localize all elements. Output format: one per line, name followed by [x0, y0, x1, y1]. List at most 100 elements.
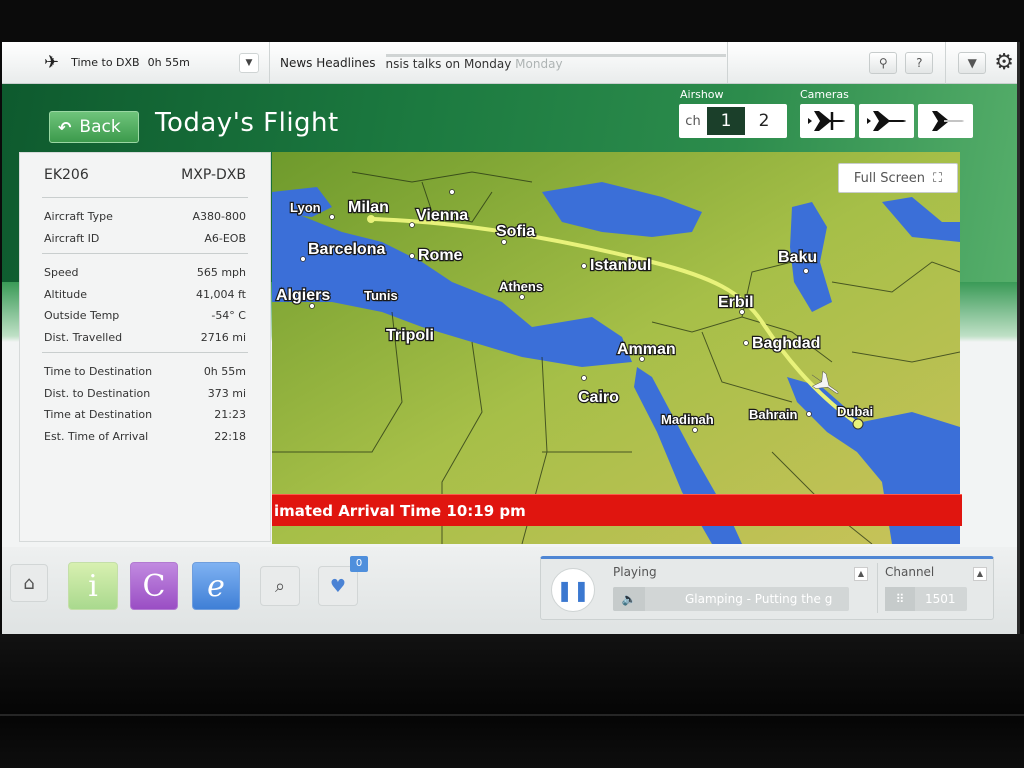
info-row: Aircraft ID A6-EOB: [42, 228, 248, 250]
city-label: Athens: [499, 279, 543, 294]
news-ticker-ghost: Monday: [515, 56, 563, 71]
ife-screen: ✈ Time to DXB 0h 55m ▼ News Headlines ns…: [2, 42, 1020, 634]
city-label: Tunis: [364, 288, 398, 303]
info-label: Time to Destination: [44, 365, 153, 379]
info-value: 21:23: [214, 408, 246, 422]
info-label: Time at Destination: [44, 408, 153, 422]
monitor-bezel-bottom: [0, 634, 1024, 768]
info-label: Outside Temp: [44, 309, 120, 323]
info-value: A6-EOB: [204, 231, 246, 245]
info-label: Dist. to Destination: [44, 386, 151, 400]
camera-down-button[interactable]: [918, 104, 973, 138]
plane-down-icon: [925, 111, 966, 131]
channel-option-1[interactable]: 1: [707, 107, 745, 135]
city-label: Tripoli: [386, 327, 434, 344]
info-label: Est. Time of Arrival: [44, 429, 149, 443]
news-label: News Headlines: [280, 55, 376, 70]
info-value: A380-800: [192, 210, 247, 224]
city-label: Cairo: [578, 389, 619, 406]
info-label: Dist. Travelled: [44, 330, 123, 344]
full-screen-button[interactable]: Full Screen ⛶: [838, 163, 958, 193]
track-title: Glamping - Putting the g: [685, 592, 833, 606]
channel-option-2[interactable]: 2: [745, 107, 783, 135]
info-row: Dist. to Destination 373 mi: [42, 383, 248, 405]
info-row: Outside Temp -54° C: [42, 305, 248, 327]
city-label: Sofia: [496, 223, 535, 240]
info-value: 565 mph: [196, 266, 246, 280]
divider: [877, 563, 878, 613]
camera-side-button[interactable]: [859, 104, 914, 138]
info-row: Dist. Travelled 2716 mi: [42, 327, 248, 349]
camera-front-button[interactable]: [800, 104, 855, 138]
status-group: Speed 565 mph Altitude 41,004 ft Outside T…: [42, 253, 248, 352]
info-row: Time to Destination 0h 55m: [42, 361, 248, 383]
info-value: 0h 55m: [203, 365, 246, 379]
playing-expand-icon[interactable]: ▲: [854, 567, 868, 581]
destination-marker: [852, 418, 864, 430]
search-icon[interactable]: ⌕: [260, 566, 300, 606]
city-label: Madinah: [661, 412, 714, 427]
plane-icon: ✈: [44, 52, 60, 73]
map-canvas: Lyon Milan Vienna Sofia Barcelona Rome I…: [272, 152, 960, 544]
info-label: Aircraft ID: [44, 231, 100, 245]
e-icon[interactable]: e: [192, 562, 240, 610]
city-label: Barcelona: [308, 241, 385, 258]
info-value: -54° C: [211, 309, 246, 323]
news-widget[interactable]: News Headlines nsis talks on Monday Mond…: [270, 42, 728, 83]
city-label: Amman: [617, 341, 676, 358]
channel-label: Channel: [885, 565, 935, 579]
heart-icon[interactable]: ♥: [318, 566, 358, 606]
channel-display[interactable]: ⠿ 1501: [885, 587, 967, 611]
airshow-label: Airshow: [680, 88, 724, 101]
city-label: Milan: [348, 199, 389, 216]
channel-value: 1501: [925, 592, 956, 606]
destination-group: Time to Destination 0h 55m Dist. to Desti…: [42, 352, 248, 451]
flight-route: MXP-DXB: [181, 167, 246, 183]
flight-map[interactable]: Lyon Milan Vienna Sofia Barcelona Rome I…: [272, 152, 960, 544]
pause-play-button[interactable]: ❚❚: [551, 568, 595, 612]
help-icon[interactable]: ?: [905, 51, 934, 74]
info-icon[interactable]: i: [68, 562, 118, 610]
info-value: 2716 mi: [200, 330, 246, 344]
plane-side-icon: [866, 111, 906, 131]
info-label: Speed: [44, 266, 79, 280]
aircraft-group: Aircraft Type A380-800 Aircraft ID A6-EOB: [42, 197, 248, 253]
time-to-destination-widget[interactable]: ✈ Time to DXB 0h 55m ▼: [2, 42, 270, 83]
city-label: Erbil: [718, 294, 754, 311]
track-display[interactable]: 🔈 Glamping - Putting the g: [613, 587, 849, 611]
info-value: 41,004 ft: [196, 287, 246, 301]
back-label: Back: [79, 117, 121, 137]
city-label: Dubai: [837, 404, 873, 419]
top-right-controls: ⚲ ? ▼ ⚙: [728, 42, 1017, 84]
monitor-bezel-top: [0, 0, 1024, 42]
channel-expand-icon[interactable]: ▲: [973, 567, 987, 581]
info-row: Altitude 41,004 ft: [42, 284, 248, 306]
expand-icon: ⛶: [932, 170, 943, 186]
settings-icon[interactable]: ⚙: [994, 50, 1014, 75]
city-label: Rome: [418, 247, 463, 264]
full-screen-label: Full Screen: [853, 170, 925, 186]
info-label: Altitude: [44, 287, 87, 301]
audio-player: ❚❚ Playing 🔈 Glamping - Putting the g ▲ C…: [540, 556, 994, 620]
favorites-count-badge: 0: [350, 556, 368, 572]
c-icon[interactable]: C: [130, 562, 178, 610]
time-to-label: Time to DXB: [71, 56, 140, 69]
settings-dropdown-icon[interactable]: ▼: [958, 51, 987, 74]
city-label: Istanbul: [590, 257, 651, 274]
back-arrow-icon: ↶: [58, 117, 72, 137]
plane-front-icon: [807, 111, 845, 131]
home-icon[interactable]: ⌂: [10, 564, 48, 602]
keypad-icon[interactable]: ⠿: [885, 587, 915, 611]
eta-banner: imated Arrival Time 10:19 pm: [272, 494, 962, 526]
page-title: Today's Flight: [155, 108, 339, 138]
dropdown-icon[interactable]: ▼: [239, 53, 259, 73]
city-label: Bahrain: [749, 407, 797, 422]
seat-icon[interactable]: ⚲: [869, 51, 898, 74]
info-value: 22:18: [214, 429, 246, 443]
flight-number: EK206: [44, 167, 89, 183]
volume-icon[interactable]: 🔈: [613, 587, 645, 611]
back-button[interactable]: ↶ Back: [49, 111, 139, 143]
top-status-bar: ✈ Time to DXB 0h 55m ▼ News Headlines ns…: [2, 42, 1017, 84]
info-label: Aircraft Type: [44, 210, 113, 224]
city-label: Baghdad: [752, 335, 820, 352]
